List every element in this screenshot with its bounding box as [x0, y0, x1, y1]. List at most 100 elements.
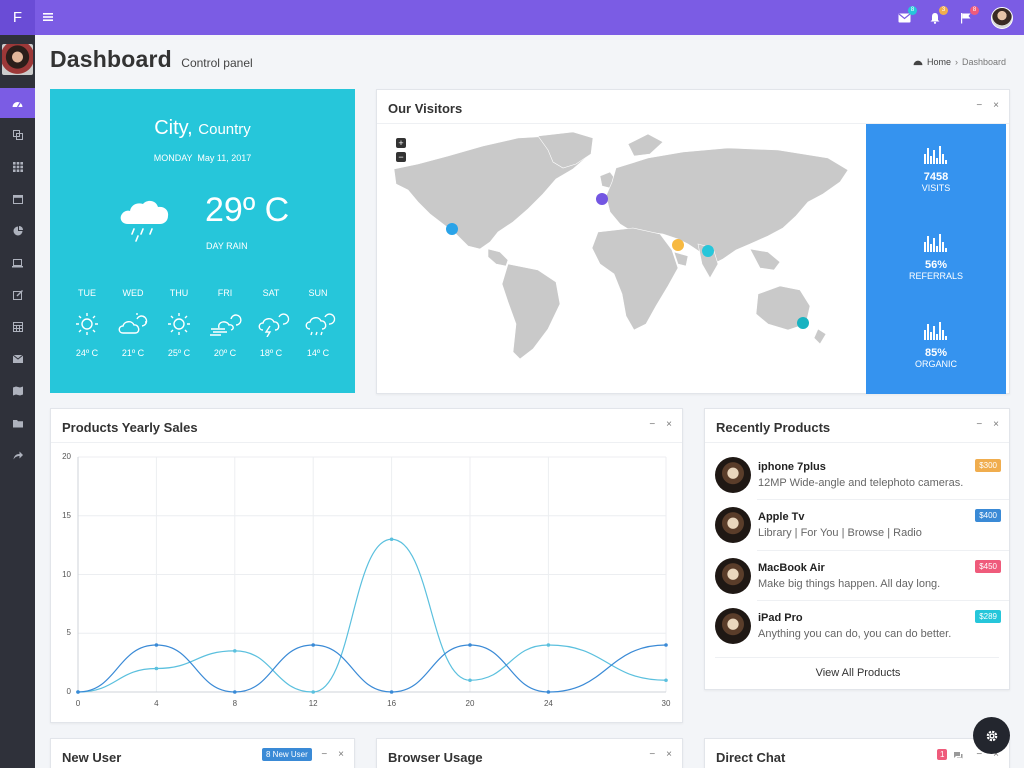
data-point — [76, 690, 80, 694]
weather-city: City, — [154, 117, 193, 139]
page-header: Dashboard Control panel — [50, 46, 253, 73]
minimize-button[interactable]: − — [976, 100, 982, 111]
data-point — [311, 690, 316, 694]
view-all-products-link[interactable]: View All Products — [705, 667, 1011, 679]
product-name[interactable]: MacBook Air — [758, 562, 825, 574]
map-zoom-in-button[interactable]: + — [396, 138, 406, 148]
product-description: Anything you can do, you can do better. — [758, 628, 952, 640]
flags-badge: 8 — [970, 6, 979, 15]
list-divider — [757, 550, 1009, 551]
close-button[interactable]: × — [666, 749, 672, 760]
card-tools: − × — [976, 100, 999, 111]
product-name[interactable]: iphone 7plus — [758, 461, 826, 473]
data-point — [664, 678, 668, 683]
sidebar-item-folders[interactable] — [0, 408, 35, 438]
product-image — [715, 507, 751, 543]
stat-label: ORGANIC — [914, 359, 957, 369]
sidebar-item-share[interactable] — [0, 440, 35, 470]
product-image — [715, 457, 751, 493]
top-navbar: F 8 3 8 — [0, 0, 1024, 35]
forecast-temp: 14º C — [306, 348, 330, 358]
sidebar-item-charts[interactable] — [0, 216, 35, 246]
list-item[interactable]: iPad Pro Anything you can do, you can do… — [715, 606, 1001, 656]
list-item[interactable]: MacBook Air Make big things happen. All … — [715, 556, 1001, 606]
breadcrumb: Home › Dashboard — [913, 57, 1006, 67]
list-item[interactable]: Apple Tv Library | For You | Browse | Ra… — [715, 505, 1001, 555]
minimize-button[interactable]: − — [649, 749, 655, 760]
close-button[interactable]: × — [993, 419, 999, 430]
stat-value: 85% — [924, 347, 948, 359]
forecast-day: TUE — [78, 288, 96, 298]
weather-country: Country — [198, 121, 251, 138]
data-point — [546, 690, 551, 694]
weather-location: City, Country — [50, 117, 355, 140]
product-image — [715, 608, 751, 644]
forecast-temp: 18º C — [259, 348, 283, 358]
sun-icon — [168, 313, 190, 335]
messages-badge: 8 — [908, 6, 917, 15]
product-name[interactable]: iPad Pro — [758, 612, 803, 624]
product-description: Library | For You | Browse | Radio — [758, 527, 922, 539]
stat-value: 7458 — [923, 171, 949, 183]
sidebar-user-avatar[interactable] — [2, 44, 33, 75]
wind-cloud-icon — [210, 314, 242, 336]
list-item[interactable]: iphone 7plus 12MP Wide-angle and telepho… — [715, 455, 1001, 505]
world-map[interactable]: + − — [388, 124, 865, 394]
stat-value: 56% — [924, 259, 948, 271]
sidebar-item-laptop[interactable] — [0, 248, 35, 278]
folder-icon — [12, 419, 23, 427]
sidebar-item-calendar[interactable] — [0, 184, 35, 214]
map-zoom-out-button[interactable]: − — [396, 152, 406, 162]
page-title: Dashboard — [50, 46, 172, 72]
product-name[interactable]: Apple Tv — [758, 511, 804, 523]
list-divider — [757, 499, 1009, 500]
product-image — [715, 558, 751, 594]
sidebar-item-dashboard[interactable] — [0, 88, 35, 118]
edit-icon — [12, 290, 23, 300]
minimize-button[interactable]: − — [976, 419, 982, 430]
pie-chart-icon — [13, 226, 23, 236]
forecast-temp: 24º C — [75, 348, 99, 358]
minimize-button[interactable]: − — [321, 749, 327, 760]
cloud-sun-icon — [118, 313, 148, 334]
data-point — [233, 649, 237, 653]
user-avatar[interactable] — [991, 7, 1013, 29]
sidebar-item-forms[interactable] — [0, 280, 35, 310]
sun-icon — [76, 313, 98, 335]
data-point — [389, 690, 394, 694]
close-button[interactable]: × — [993, 100, 999, 111]
settings-gear-button[interactable] — [973, 717, 1010, 754]
map-icon — [12, 386, 23, 396]
data-point — [468, 678, 472, 683]
card-tools: − × — [321, 749, 344, 760]
data-point — [546, 643, 551, 647]
sidebar-item-apps[interactable] — [0, 152, 35, 182]
chat-count-badge: 1 — [937, 749, 948, 760]
new-user-badge: 8 New User — [262, 748, 312, 761]
chat-bubbles-icon[interactable] — [953, 749, 963, 763]
card-divider — [705, 442, 1009, 443]
table-icon — [12, 322, 23, 332]
sidebar-item-copy[interactable] — [0, 120, 35, 150]
hamburger-menu-icon[interactable] — [43, 9, 53, 26]
sidebar-item-mail[interactable] — [0, 344, 35, 374]
close-button[interactable]: × — [338, 749, 344, 760]
forecast-day: SAT — [262, 288, 280, 298]
card-title: New User — [62, 750, 122, 765]
messages-icon[interactable]: 8 — [895, 6, 917, 27]
notifications-bell-icon[interactable]: 3 — [926, 6, 948, 27]
flag-icon[interactable]: 8 — [957, 6, 979, 27]
browser-usage-card: Browser Usage − × — [376, 738, 683, 768]
stat-label: VISITS — [921, 183, 951, 193]
visitor-stats-panel: 7458 VISITS 56% REFERRALS 85% ORGANIC — [866, 124, 1006, 394]
data-point — [664, 643, 668, 647]
dashboard-gauge-icon — [12, 101, 23, 107]
notifications-badge: 3 — [939, 6, 948, 15]
brand-logo[interactable]: F — [0, 0, 35, 35]
stat-visits: 7458 VISITS — [866, 144, 1006, 193]
dashboard-gauge-icon — [913, 60, 923, 66]
sidebar-item-maps[interactable] — [0, 376, 35, 406]
breadcrumb-home-link[interactable]: Home — [927, 57, 951, 67]
sidebar-item-tables[interactable] — [0, 312, 35, 342]
direct-chat-card: Direct Chat 1 − × — [704, 738, 1010, 768]
